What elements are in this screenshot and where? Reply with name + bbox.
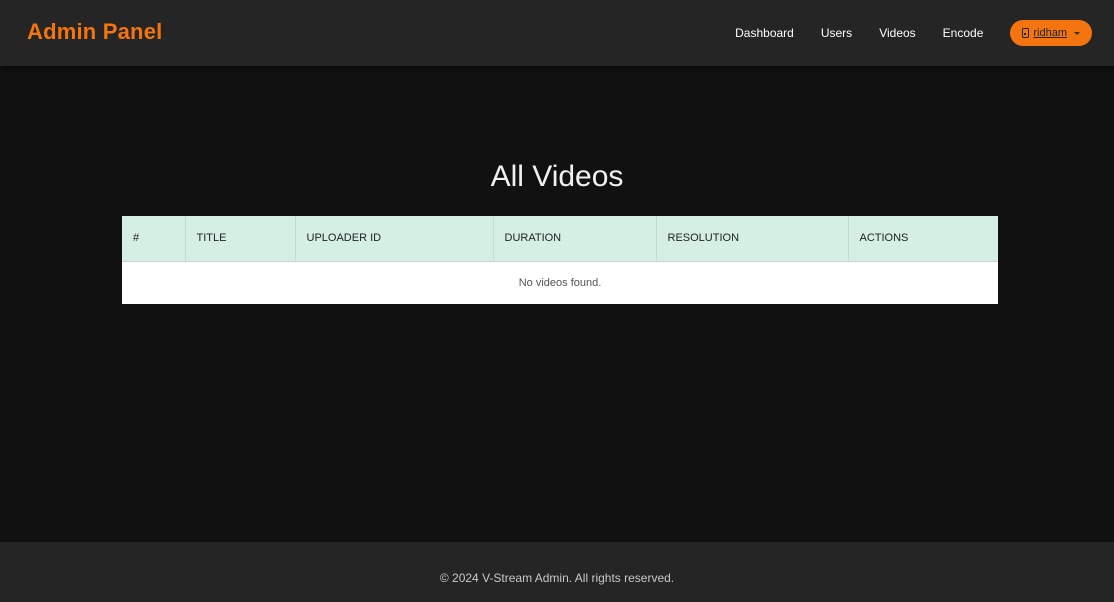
user-menu-button[interactable]: ridham [1010,20,1092,46]
footer-copyright: © 2024 V-Stream Admin. All rights reserv… [439,571,675,585]
column-header-number: # [122,216,186,261]
nav-link-users[interactable]: Users [821,26,852,40]
column-header-title: TITLE [185,216,296,261]
table-header-row: # TITLE UPLOADER ID DURATION RESOLUTION … [122,216,998,261]
empty-table-message: No videos found. [122,260,998,304]
page-footer: © 2024 V-Stream Admin. All rights reserv… [0,542,1114,602]
column-header-duration: DURATION [493,216,657,261]
table-row: No videos found. [122,260,998,304]
user-icon [1022,28,1030,38]
page-title: All Videos [490,160,624,193]
top-navbar: Admin Panel Dashboard Users Videos Encod… [0,0,1114,66]
brand-title[interactable]: Admin Panel [27,19,162,45]
table-body: No videos found. [122,260,998,304]
nav-link-encode[interactable]: Encode [943,26,984,40]
user-name: ridham [1033,27,1067,39]
column-header-actions: ACTIONS [859,232,909,245]
nav-links: Dashboard Users Videos Encode ridham [735,0,1114,66]
nav-link-videos[interactable]: Videos [879,26,915,40]
chevron-down-icon [1074,31,1080,35]
table-header: # TITLE UPLOADER ID DURATION RESOLUTION … [122,216,998,261]
videos-table: # TITLE UPLOADER ID DURATION RESOLUTION … [122,216,998,304]
column-header-resolution: RESOLUTION [656,216,849,261]
videos-table-container: # TITLE UPLOADER ID DURATION RESOLUTION … [122,216,998,304]
column-header-uploader-id: UPLOADER ID [295,216,494,261]
nav-link-dashboard[interactable]: Dashboard [735,26,794,40]
